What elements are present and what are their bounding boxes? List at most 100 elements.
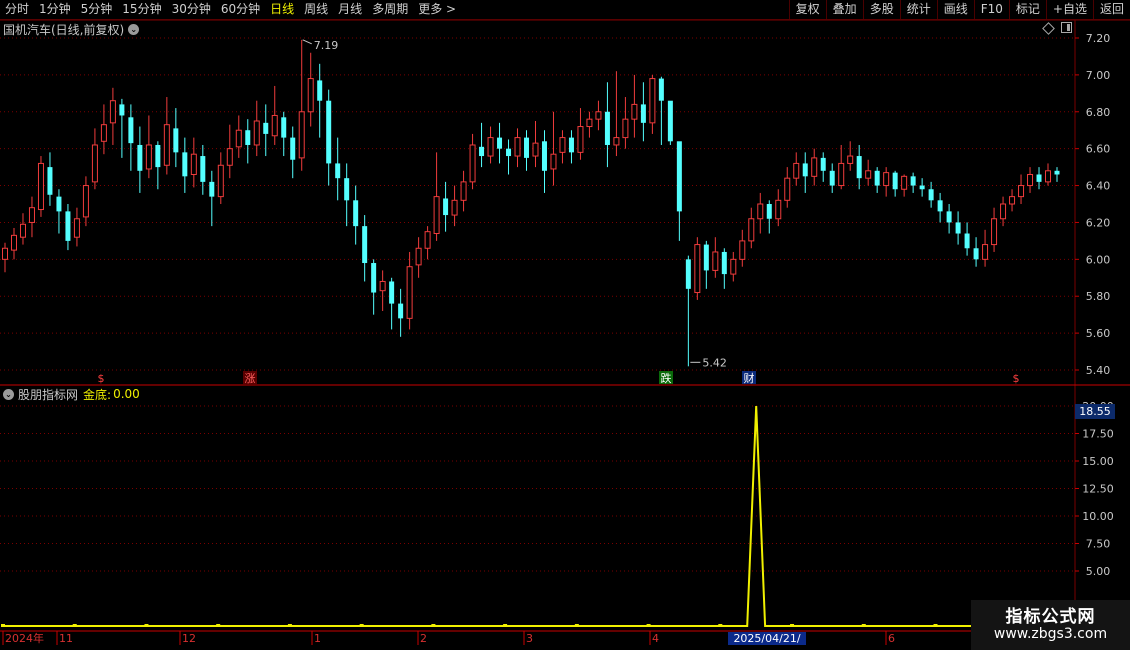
candle-body-up bbox=[595, 111, 602, 120]
window-icon[interactable] bbox=[1061, 22, 1072, 33]
candle-body-up bbox=[28, 207, 35, 223]
candle-body-up bbox=[883, 172, 890, 187]
candle-body-up bbox=[748, 218, 755, 242]
candle-body-up bbox=[865, 170, 872, 179]
candle-body-up bbox=[406, 266, 413, 319]
candle-body-up bbox=[712, 251, 719, 271]
candle-body-up bbox=[190, 153, 197, 175]
candle-body-up bbox=[901, 175, 908, 190]
candle-body-down bbox=[541, 141, 547, 171]
candle-body-down bbox=[353, 200, 359, 227]
candle-body-up bbox=[811, 157, 818, 177]
candle-body-up bbox=[1045, 170, 1052, 183]
current-value-box: 18.55 bbox=[1075, 404, 1115, 419]
candle-body-down bbox=[676, 141, 682, 212]
candle-body-up bbox=[577, 126, 584, 153]
candle-body-down bbox=[703, 244, 709, 271]
indicator-y-axis: 20.0017.5015.0012.5010.007.505.00 bbox=[1075, 400, 1114, 578]
candle-body-down bbox=[1036, 174, 1042, 182]
candle-body-down bbox=[946, 211, 952, 223]
candle-body-up bbox=[217, 164, 224, 198]
candle-body-up bbox=[487, 137, 494, 157]
diamond-icon[interactable] bbox=[1042, 22, 1055, 35]
indicator-line bbox=[1, 405, 1070, 627]
candle-body-up bbox=[550, 153, 557, 170]
candle-body-down bbox=[65, 211, 71, 241]
candle-body-up bbox=[2, 247, 8, 260]
candle-body-up bbox=[307, 78, 314, 113]
candle-body-down bbox=[173, 128, 179, 153]
candle-body-up bbox=[1009, 196, 1016, 205]
date-label: 2 bbox=[420, 632, 427, 645]
candle-body-up bbox=[100, 124, 107, 142]
candle-body-up bbox=[271, 114, 278, 137]
indicator-name[interactable]: 股朋指标网 bbox=[18, 386, 78, 403]
candle-body-up bbox=[622, 118, 629, 139]
candle-body-down bbox=[155, 144, 161, 168]
candle-body-up bbox=[757, 203, 764, 220]
candle-body-down bbox=[658, 78, 664, 101]
candle-body-up bbox=[91, 144, 98, 183]
main-panel-header: 国机汽车(日线,前复权) ⌄ bbox=[3, 21, 143, 37]
event-marker: 涨 bbox=[245, 372, 256, 385]
indicator-panel-header: ⌄ 股朋指标网 金底: 0.00 bbox=[3, 386, 140, 402]
date-label: 6 bbox=[888, 632, 895, 645]
candle-body-down bbox=[56, 196, 62, 212]
y-tick-label: 6.60 bbox=[1086, 143, 1111, 156]
indicator-dot bbox=[790, 624, 795, 627]
candlestick-series bbox=[2, 39, 1060, 367]
candle-body-up bbox=[730, 258, 737, 275]
indicator-value: 0.00 bbox=[113, 387, 140, 401]
y-tick-label: 6.00 bbox=[1086, 253, 1111, 266]
watermark-url: www.zbgs3.com bbox=[993, 626, 1108, 642]
candle-body-up bbox=[469, 144, 476, 183]
chart-canvas[interactable]: 7.19 5.42 $ 涨 跌 财 $ 7.20 7.00 6.80 6.60 6.40 6.20 6… bbox=[0, 0, 1130, 650]
indicator-dot bbox=[431, 624, 436, 627]
indicator-label: 金底: bbox=[83, 387, 112, 402]
high-label: 7.19 bbox=[314, 39, 339, 52]
candle-body-down bbox=[389, 281, 395, 304]
y-tick-label: 5.40 bbox=[1086, 364, 1111, 377]
chevron-down-icon[interactable]: ⌄ bbox=[3, 388, 14, 400]
indicator-dot bbox=[861, 624, 866, 627]
date-label: 11 bbox=[59, 632, 73, 645]
candle-body-down bbox=[919, 185, 925, 190]
candle-body-up bbox=[1000, 203, 1007, 220]
date-label: 2024年 bbox=[5, 631, 44, 645]
candle-body-up bbox=[415, 247, 422, 266]
y-tick-label: 7.20 bbox=[1086, 32, 1111, 45]
candle-body-up bbox=[226, 148, 233, 166]
ind-y-tick-label: 17.50 bbox=[1082, 428, 1114, 441]
candle-body-up bbox=[613, 137, 620, 146]
candle-body-up bbox=[37, 162, 44, 211]
candle-body-up bbox=[379, 280, 386, 292]
chevron-down-icon[interactable]: ⌄ bbox=[128, 23, 140, 35]
candle-body-up bbox=[1027, 173, 1034, 187]
y-tick-label: 5.80 bbox=[1086, 290, 1111, 303]
candle-body-down bbox=[820, 157, 826, 171]
event-marker: $ bbox=[98, 372, 105, 385]
candle-body-up bbox=[1018, 185, 1025, 198]
low-label: 5.42 bbox=[702, 356, 727, 369]
candle-body-down bbox=[335, 163, 341, 179]
indicator-dot bbox=[718, 624, 723, 627]
candle-body-up bbox=[253, 120, 260, 146]
y-tick-label: 6.80 bbox=[1086, 106, 1111, 119]
watermark: 指标公式网 www.zbgs3.com bbox=[971, 600, 1130, 650]
candle-body-down bbox=[47, 167, 53, 195]
candle-body-down bbox=[524, 137, 530, 158]
candle-body-down bbox=[344, 178, 350, 201]
indicator-dot bbox=[646, 624, 651, 627]
ind-y-tick-label: 7.50 bbox=[1086, 538, 1111, 551]
candle-body-down bbox=[973, 248, 979, 260]
ind-y-tick-label: 15.00 bbox=[1082, 455, 1114, 468]
main-y-axis: 7.20 7.00 6.80 6.60 6.40 6.20 6.00 5.80 5.60 5.40 bbox=[1075, 32, 1110, 377]
candle-body-up bbox=[514, 137, 521, 157]
y-tick-label: 6.20 bbox=[1086, 216, 1111, 229]
candle-body-up bbox=[19, 223, 26, 238]
candle-body-down bbox=[568, 137, 574, 153]
candle-body-down bbox=[263, 122, 269, 134]
candle-body-down bbox=[802, 163, 808, 177]
candle-body-up bbox=[109, 100, 116, 124]
indicator-dot bbox=[933, 624, 938, 627]
